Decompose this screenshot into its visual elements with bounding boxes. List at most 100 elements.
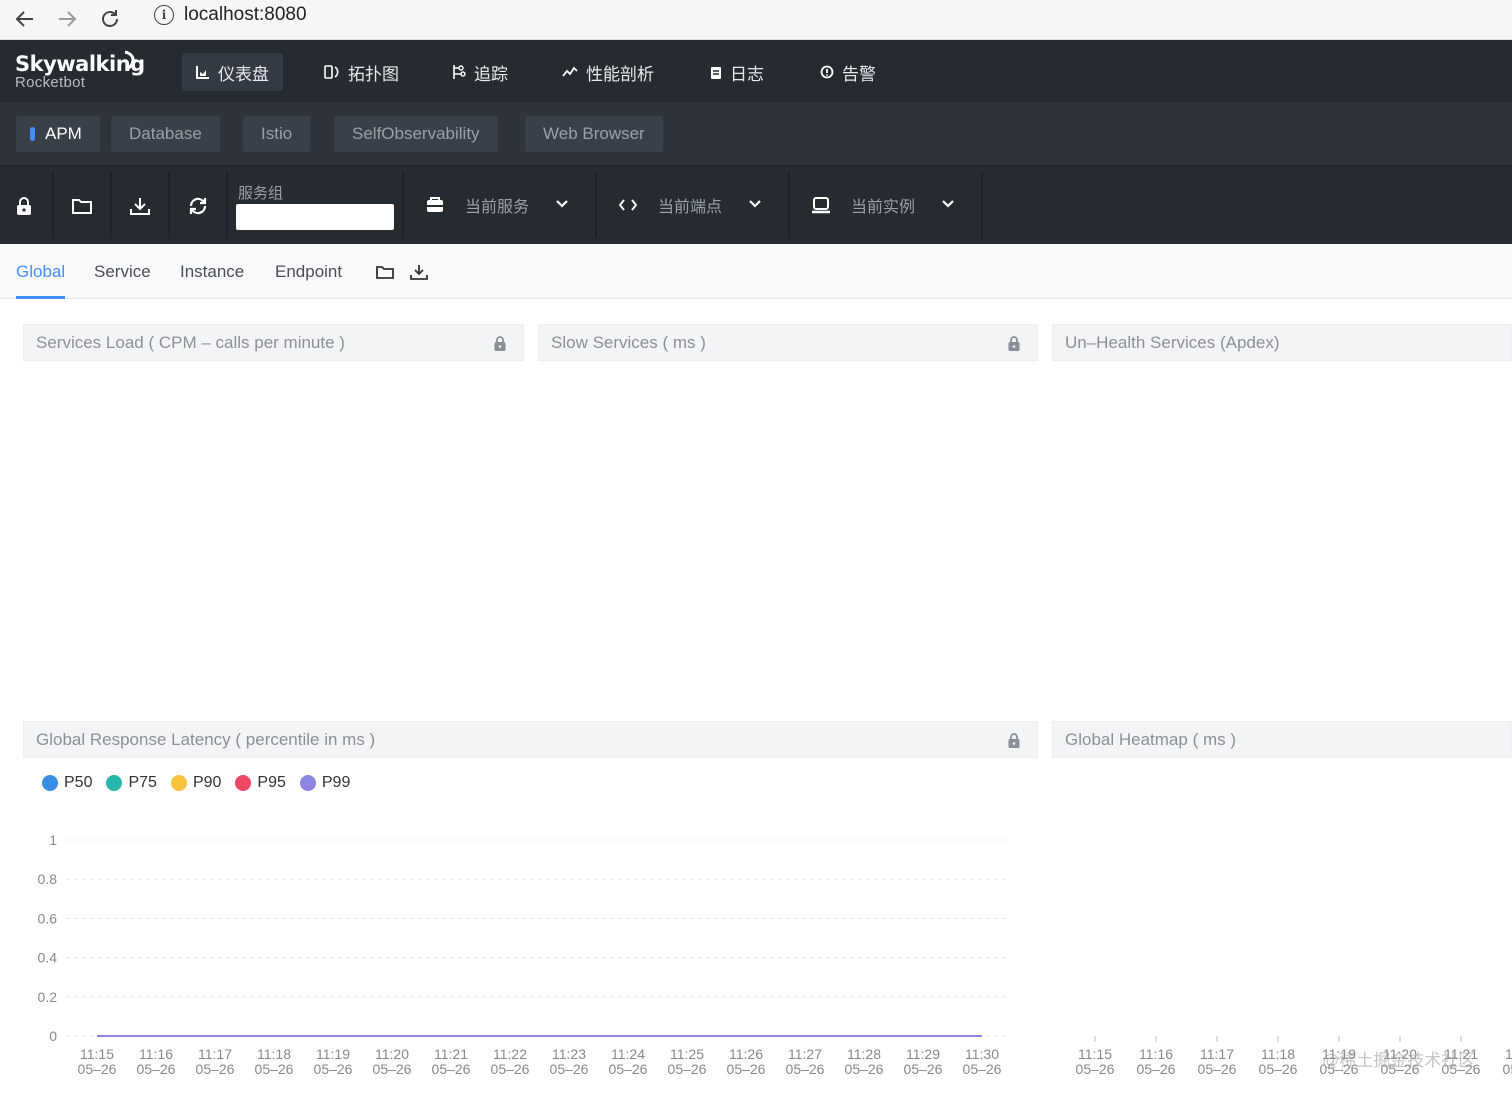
tab-instance[interactable]: Instance <box>180 244 244 299</box>
menu-topology-label: 拓扑图 <box>348 64 399 84</box>
x-tick-label: 11:22 <box>493 1046 527 1062</box>
x-tick-label: 11:17 <box>198 1046 232 1062</box>
lock-button[interactable] <box>12 194 36 218</box>
menu-dashboard-label: 仪表盘 <box>218 64 269 84</box>
service-group-input[interactable] <box>236 204 394 230</box>
y-tick-label: 0.4 <box>38 950 58 966</box>
x-tick-label: 05–26 <box>609 1061 648 1077</box>
menu-dashboard[interactable]: 仪表盘 <box>182 53 283 91</box>
x-tick-label: 11:18 <box>257 1046 291 1062</box>
x-tick-label: 11:20 <box>375 1046 409 1062</box>
alarm-icon <box>820 65 834 79</box>
legend-item-p50[interactable]: P50 <box>42 774 92 792</box>
x-tick-label: 11:30 <box>965 1046 999 1062</box>
x-tick-label: 05–26 <box>845 1061 884 1077</box>
legend-item-p95[interactable]: P95 <box>235 774 286 792</box>
menu-profile[interactable]: 性能剖析 <box>548 53 668 91</box>
x-tick-label: 05–26 <box>1259 1061 1298 1077</box>
x-tick-label: 11:16 <box>1139 1046 1173 1062</box>
endpoint-selector[interactable]: 当前端点 <box>618 188 783 222</box>
tab-global[interactable]: Global <box>16 244 66 299</box>
x-tick-label: 05–26 <box>550 1061 589 1077</box>
global-heatmap-panel-header: Global Heatmap ( ms ) <box>1052 721 1512 758</box>
x-tick-label: 11:16 <box>139 1046 173 1062</box>
x-tick-label: 11:26 <box>729 1046 763 1062</box>
tab-service[interactable]: Service <box>94 244 151 299</box>
lock-icon[interactable] <box>493 335 507 357</box>
folder-icon <box>376 266 394 279</box>
logo[interactable]: Skywalking Rocketbot <box>15 50 145 91</box>
x-tick-label: 05–26 <box>78 1061 117 1077</box>
tab-istio[interactable]: Istio <box>243 116 311 152</box>
tab-selfobservability[interactable]: SelfObservability <box>334 116 498 152</box>
import-template-button[interactable] <box>374 262 396 282</box>
arrow-right-icon <box>59 11 77 27</box>
reload-icon <box>102 10 118 27</box>
info-icon[interactable]: i <box>154 5 174 25</box>
tab-endpoint[interactable]: Endpoint <box>275 244 342 299</box>
global-latency-panel-header: Global Response Latency ( percentile in … <box>23 721 1038 758</box>
toolbar: 服务组 当前服务 当前端点 当前实例 <box>0 166 1512 244</box>
menu-log[interactable]: 日志 <box>696 53 778 91</box>
x-tick-label: 05–26 <box>432 1061 471 1077</box>
x-tick-label: 05–26 <box>373 1061 412 1077</box>
lock-icon <box>17 197 31 215</box>
logo-subtitle: Rocketbot <box>15 74 86 91</box>
menu-alarm[interactable]: 告警 <box>806 53 890 91</box>
tab-web-browser[interactable]: Web Browser <box>525 116 663 152</box>
y-tick-label: 0.6 <box>38 910 58 926</box>
instance-selector[interactable]: 当前实例 <box>811 188 976 222</box>
x-tick-label: 05–26 <box>1076 1061 1115 1077</box>
global-heatmap-title: Global Heatmap ( ms ) <box>1065 729 1236 749</box>
watermark: @稀土掘金技术社区 <box>1322 1051 1476 1070</box>
tab-database[interactable]: Database <box>111 116 220 152</box>
x-tick-label: 05–26 <box>1198 1061 1237 1077</box>
x-tick-label: 11:29 <box>906 1046 940 1062</box>
back-button[interactable] <box>10 4 40 34</box>
refresh-button[interactable] <box>186 194 210 218</box>
x-tick-label: 05–26 <box>963 1061 1002 1077</box>
legend-item-p90[interactable]: P90 <box>170 774 221 792</box>
view-tabs: Global Service Instance Endpoint <box>0 244 1512 299</box>
menu-topology[interactable]: 拓扑图 <box>310 53 413 91</box>
x-tick-label: 11:17 <box>1200 1046 1234 1062</box>
dashboard-tabs: APM Database Istio SelfObservability Web… <box>0 102 1512 166</box>
x-tick-label: 11:28 <box>847 1046 881 1062</box>
x-tick-label: 05–26 <box>727 1061 766 1077</box>
legend-item-p75[interactable]: P75 <box>106 774 157 792</box>
x-tick-label: 11:23 <box>552 1046 586 1062</box>
instance-icon <box>811 196 831 214</box>
lock-icon[interactable] <box>1007 335 1021 357</box>
lock-icon[interactable] <box>1007 732 1021 754</box>
menu-alarm-label: 告警 <box>842 64 876 84</box>
legend-item-p99[interactable]: P99 <box>299 774 350 792</box>
x-tick-label: 05–26 <box>255 1061 294 1077</box>
menu-trace[interactable]: 追踪 <box>438 53 522 91</box>
x-tick-label: 05–26 <box>786 1061 825 1077</box>
export-template-button[interactable] <box>408 262 430 282</box>
y-tick-label: 0 <box>49 1028 57 1044</box>
unhealth-services-title: Un–Health Services (Apdex) <box>1065 332 1280 352</box>
forward-button[interactable] <box>52 4 82 34</box>
y-tick-label: 1 <box>49 832 57 848</box>
x-tick-label: 11:18 <box>1261 1046 1295 1062</box>
refresh-icon <box>189 197 207 215</box>
tab-database-label: Database <box>129 124 202 143</box>
service-selector[interactable]: 当前服务 <box>425 188 590 222</box>
tab-apm[interactable]: APM <box>16 116 100 152</box>
folder-icon <box>72 199 92 214</box>
service-selector-label: 当前服务 <box>465 199 530 216</box>
x-tick-label: 05–26 <box>1503 1061 1512 1077</box>
tab-instance-label: Instance <box>180 261 245 281</box>
x-tick-label: 05–26 <box>314 1061 353 1077</box>
menu-trace-label: 追踪 <box>474 64 508 84</box>
import-button[interactable] <box>70 194 94 218</box>
tab-global-label: Global <box>16 261 66 281</box>
services-load-title: Services Load ( CPM – calls per minute ) <box>36 332 345 352</box>
export-button[interactable] <box>128 194 152 218</box>
x-tick-label: 11:21 <box>434 1046 468 1062</box>
reload-button[interactable] <box>95 4 125 34</box>
app-header: Skywalking Rocketbot 仪表盘 拓扑图 追踪 性能剖析 日志 … <box>0 40 1512 102</box>
topology-icon <box>324 65 340 79</box>
address-bar[interactable]: i localhost:8080 <box>140 0 1512 30</box>
